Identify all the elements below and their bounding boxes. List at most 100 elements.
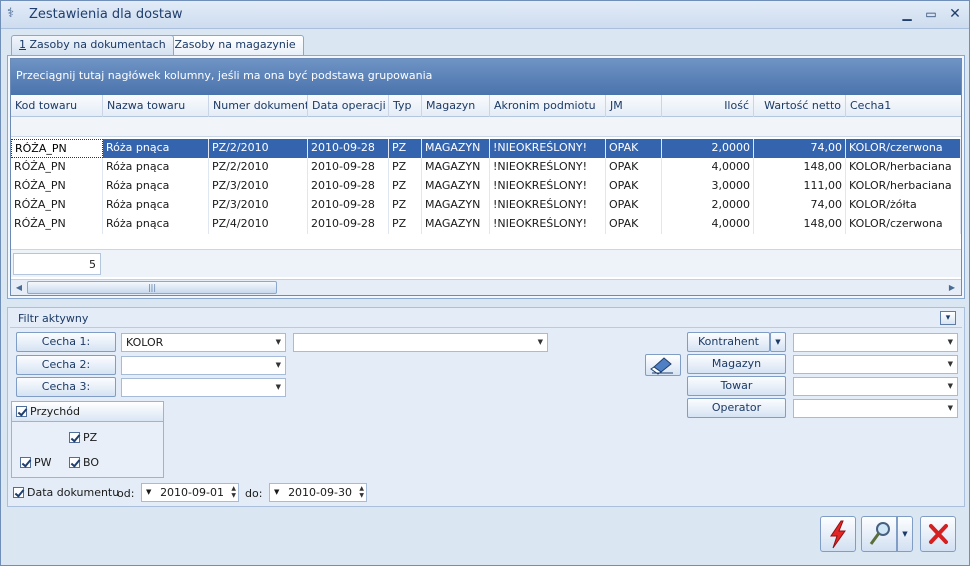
pz-checkbox-wrap[interactable]: PZ xyxy=(69,431,97,444)
column-header[interactable]: Wartość netto xyxy=(754,95,846,117)
cell: MAGAZYN xyxy=(422,215,490,234)
maximize-icon[interactable]: ▭ xyxy=(921,6,941,22)
bo-checkbox[interactable] xyxy=(69,457,80,468)
chevron-down-icon: ▼ xyxy=(947,382,953,390)
chevron-down-icon: ▼ xyxy=(947,360,953,368)
tab-zasoby-na-dokumentach[interactable]: 1 Zasoby na dokumentach xyxy=(11,35,174,55)
cell: 111,00 xyxy=(754,177,846,196)
chevron-down-icon: ▼ xyxy=(537,338,543,346)
pw-checkbox[interactable] xyxy=(20,457,31,468)
cell: KOLOR/czerwona xyxy=(846,215,961,234)
clear-filter-button[interactable] xyxy=(645,354,681,376)
towar-button[interactable]: Towar xyxy=(687,376,786,396)
cecha2-select[interactable]: ▼ xyxy=(121,356,286,375)
cecha2-button[interactable]: Cecha 2: xyxy=(16,355,116,375)
chevron-down-icon: ▼ xyxy=(947,404,953,412)
cell: OPAK xyxy=(606,139,662,158)
chevron-down-icon: ▼ xyxy=(947,338,953,346)
cecha3-select[interactable]: ▼ xyxy=(121,378,286,397)
cell: 2010-09-28 xyxy=(308,177,389,196)
bo-checkbox-wrap[interactable]: BO xyxy=(69,456,99,469)
cell: MAGAZYN xyxy=(422,139,490,158)
column-header[interactable]: Numer dokumentu xyxy=(209,95,308,117)
table-row[interactable]: RÓŻA_PN Róża pnąca PZ/2/2010 2010-09-28 … xyxy=(11,139,961,158)
column-header[interactable]: Nazwa towaru xyxy=(103,95,209,117)
divider xyxy=(10,327,962,328)
window-title: Zestawienia dla dostaw xyxy=(29,7,183,22)
date-from-input[interactable]: ▼ 2010-09-01 ▲ ▼ xyxy=(141,483,239,502)
table-row[interactable]: RÓŻA_PN Róża pnąca PZ/3/2010 2010-09-28 … xyxy=(11,196,961,215)
column-header[interactable]: JM xyxy=(606,95,662,117)
pw-label: PW xyxy=(34,456,52,469)
cecha3-button[interactable]: Cecha 3: xyxy=(16,377,116,397)
operator-select[interactable]: ▼ xyxy=(793,399,958,418)
cell: MAGAZYN xyxy=(422,177,490,196)
data-grid[interactable]: Przeciągnij tutaj nagłówek kolumny, jeśl… xyxy=(10,58,962,296)
magazyn-select[interactable]: ▼ xyxy=(793,355,958,374)
cell: 3,0000 xyxy=(662,177,754,196)
data-dokumentu-checkbox-wrap[interactable]: Data dokumentu xyxy=(13,486,119,499)
cell: 2,0000 xyxy=(662,139,754,158)
cell: MAGAZYN xyxy=(422,158,490,177)
refresh-button[interactable] xyxy=(820,516,856,552)
collapse-filter-button[interactable]: ▾ xyxy=(940,311,956,325)
minimize-icon[interactable]: ▁ xyxy=(897,6,917,22)
group-by-area[interactable]: Przeciągnij tutaj nagłówek kolumny, jeśl… xyxy=(11,59,961,95)
operator-button[interactable]: Operator xyxy=(687,398,786,418)
przychod-header[interactable]: Przychód xyxy=(12,402,163,422)
column-header[interactable]: Typ xyxy=(389,95,422,117)
cell: 2010-09-28 xyxy=(308,158,389,177)
column-header[interactable]: Akronim podmiotu xyxy=(490,95,606,117)
title-bar[interactable]: ⚕ Zestawienia dla dostaw ▁ ▭ ✕ xyxy=(1,1,969,29)
preview-dropdown-button[interactable]: ▼ xyxy=(897,516,913,552)
kontrahent-button[interactable]: Kontrahent xyxy=(687,332,770,352)
table-row[interactable]: RÓŻA_PN Róża pnąca PZ/4/2010 2010-09-28 … xyxy=(11,215,961,234)
tab-label: Zasoby na dokumentach xyxy=(26,38,166,51)
grid-filter-row[interactable] xyxy=(11,117,961,137)
przychod-checkbox[interactable] xyxy=(16,406,27,417)
cell: 4,0000 xyxy=(662,158,754,177)
cell: KOLOR/żółta xyxy=(846,196,961,215)
column-header[interactable]: Cecha1 xyxy=(846,95,961,117)
preview-button[interactable] xyxy=(861,516,897,552)
cecha1-value-select[interactable]: ▼ xyxy=(293,333,548,352)
kontrahent-select[interactable]: ▼ xyxy=(793,333,958,352)
scroll-right-icon[interactable]: ▶ xyxy=(945,281,959,294)
cell: OPAK xyxy=(606,196,662,215)
cell: Róża pnąca xyxy=(103,158,209,177)
kontrahent-dropdown-button[interactable]: ▼ xyxy=(770,332,786,352)
cell: KOLOR/czerwona xyxy=(846,139,961,158)
date-to-input[interactable]: ▼ 2010-09-30 ▲ ▼ xyxy=(269,483,367,502)
pz-checkbox[interactable] xyxy=(69,432,80,443)
column-header[interactable]: Ilość xyxy=(662,95,754,117)
data-dokumentu-checkbox[interactable] xyxy=(13,487,24,498)
pw-checkbox-wrap[interactable]: PW xyxy=(20,456,52,469)
close-window-icon[interactable]: ✕ xyxy=(945,6,965,22)
column-header[interactable]: Data operacji xyxy=(308,95,389,117)
cell: !NIEOKREŚLONY! xyxy=(490,177,606,196)
spin-icon[interactable]: ▲ ▼ xyxy=(359,485,364,499)
close-button[interactable] xyxy=(920,516,956,552)
cell: KOLOR/herbaciana xyxy=(846,177,961,196)
report-window: ⚕ Zestawienia dla dostaw ▁ ▭ ✕ 1 Zasoby … xyxy=(0,0,970,566)
cell: RÓŻA_PN xyxy=(11,158,103,177)
close-x-icon xyxy=(929,524,948,544)
cecha1-button[interactable]: Cecha 1: xyxy=(16,332,116,352)
od-label: od: xyxy=(117,487,135,500)
column-header[interactable]: Magazyn xyxy=(422,95,490,117)
scroll-thumb[interactable]: ||| xyxy=(27,281,277,294)
cell: RÓŻA_PN xyxy=(11,177,103,196)
chevron-double-down-icon: ▾ xyxy=(945,313,951,323)
eraser-icon xyxy=(650,357,673,375)
table-row[interactable]: RÓŻA_PN Róża pnąca PZ/3/2010 2010-09-28 … xyxy=(11,177,961,196)
tab-zasoby-na-magazynie[interactable]: 2 Zasoby na magazynie xyxy=(156,35,304,55)
table-row[interactable]: RÓŻA_PN Róża pnąca PZ/2/2010 2010-09-28 … xyxy=(11,158,961,177)
cecha1-select[interactable]: KOLOR ▼ xyxy=(121,333,286,352)
towar-select[interactable]: ▼ xyxy=(793,377,958,396)
magazyn-button[interactable]: Magazyn xyxy=(687,354,786,374)
horizontal-scrollbar[interactable]: ◀ ||| ▶ xyxy=(11,279,961,295)
column-header[interactable]: Kod towaru xyxy=(11,95,103,117)
column-headers: Kod towaru Nazwa towaru Numer dokumentu … xyxy=(11,95,961,117)
spin-icon[interactable]: ▲ ▼ xyxy=(231,485,236,499)
scroll-left-icon[interactable]: ◀ xyxy=(12,281,26,294)
